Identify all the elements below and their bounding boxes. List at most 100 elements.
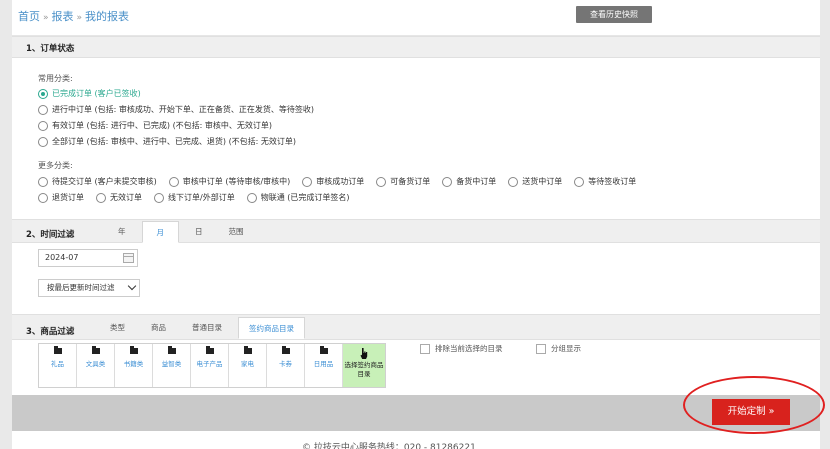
- radio-option[interactable]: 进行中订单 (包括: 审核成功、开始下单、正在备货、正在发货、等待签收): [38, 104, 314, 115]
- radio-label: 进行中订单 (包括: 审核成功、开始下单、正在备货、正在发货、等待签收): [52, 105, 315, 114]
- tab-year[interactable]: 年: [108, 221, 136, 243]
- radio-label: 审核成功订单: [316, 177, 365, 186]
- folder-icon: [205, 346, 214, 354]
- breadcrumb-reports[interactable]: 报表: [52, 10, 74, 23]
- footer-text: © 拉技云中心服务热线：020 - 81286221: [302, 443, 476, 449]
- radio-option[interactable]: 送货中订单: [508, 176, 562, 187]
- category-item[interactable]: 礼品: [39, 344, 77, 387]
- radio-option[interactable]: 待提交订单 (客户未提交审核): [38, 176, 157, 187]
- tab-range[interactable]: 范围: [219, 221, 254, 243]
- radio-option[interactable]: 审核成功订单: [302, 176, 364, 187]
- time-filter-select[interactable]: 按最后更新时间过滤: [38, 279, 140, 297]
- highlight-circle: [683, 376, 825, 434]
- radio-option[interactable]: 线下订单/外部订单: [154, 192, 235, 203]
- date-input[interactable]: 2024-07: [38, 249, 138, 267]
- radio-icon: [302, 176, 313, 187]
- radio-label: 有效订单 (包括: 进行中、已完成) (不包括: 审核中、无效订单): [52, 121, 273, 130]
- section-time-filter-header: 2、时间过滤 年 月 日 范围: [12, 219, 820, 243]
- radio-icon: [38, 136, 48, 147]
- top-bar: 首页» 报表» 我的报表 查看历史快照: [12, 0, 820, 36]
- folder-icon: [129, 346, 138, 354]
- category-label: 家电: [241, 360, 254, 368]
- radio-label: 线下订单/外部订单: [168, 193, 235, 202]
- checkbox-label: 排除当前选择的目录: [435, 344, 503, 353]
- radio-option[interactable]: 可备货订单: [376, 176, 430, 187]
- category-label: 文具类: [85, 360, 106, 368]
- category-item[interactable]: 卡券: [267, 344, 305, 387]
- section-title: 1、订单状态: [26, 44, 75, 54]
- category-label: 选择签约商品目录: [344, 361, 384, 378]
- tab-type[interactable]: 类型: [100, 317, 135, 339]
- radio-icon: [508, 176, 519, 187]
- radio-label: 物联通 (已完成订单签名): [260, 193, 350, 202]
- radio-option[interactable]: 备货中订单: [442, 176, 496, 187]
- category-grid: 礼品 文具类 书籍类 益智类 电子产品 家电 卡券 日用品 选择签约商品目录: [38, 343, 386, 388]
- report-panel: 首页» 报表» 我的报表 查看历史快照 1、订单状态 常用分类: 已完成订单 (客户…: [12, 0, 825, 449]
- section-order-status-header: 1、订单状态: [12, 36, 820, 58]
- radio-option[interactable]: 已完成订单 (客户已签收): [38, 88, 141, 99]
- category-label: 日用品: [313, 360, 334, 368]
- radio-label: 待提交订单 (客户未提交审核): [52, 177, 157, 186]
- date-value: 2024-07: [45, 253, 79, 262]
- radio-option[interactable]: 无效订单: [96, 192, 142, 203]
- tab-contract-catalog[interactable]: 签约商品目录: [238, 317, 305, 339]
- breadcrumb-home[interactable]: 首页: [18, 10, 40, 23]
- tab-normal-catalog[interactable]: 普通目录: [182, 317, 232, 339]
- radio-option[interactable]: 等待签收订单: [574, 176, 636, 187]
- section-title: 3、商品过滤: [26, 327, 75, 337]
- checkbox-label: 分组显示: [551, 344, 581, 353]
- radio-selected-icon: [38, 88, 48, 99]
- radio-label: 退货订单: [52, 193, 84, 202]
- tab-month[interactable]: 月: [141, 221, 179, 243]
- radio-icon: [376, 176, 387, 187]
- category-item[interactable]: 日用品: [305, 344, 343, 387]
- checkbox-icon: [536, 343, 546, 354]
- radio-label: 可备货订单: [390, 177, 431, 186]
- more-options-row-2: 退货订单 无效订单 线下订单/外部订单 物联通 (已完成订单签名): [38, 192, 350, 203]
- tab-product[interactable]: 商品: [141, 317, 176, 339]
- chevron-down-icon: [127, 281, 137, 291]
- breadcrumb-separator: »: [43, 13, 49, 23]
- category-label: 电子产品: [196, 360, 223, 368]
- folder-icon: [243, 346, 252, 354]
- more-options-row-1: 待提交订单 (客户未提交审核) 审核中订单 (等待审核/审核中) 审核成功订单 …: [38, 176, 636, 187]
- calendar-icon[interactable]: [123, 253, 134, 263]
- select-contract-catalog-button[interactable]: 选择签约商品目录: [343, 344, 385, 387]
- common-category-label: 常用分类:: [38, 74, 73, 83]
- radio-icon: [38, 176, 48, 187]
- radio-label: 备货中订单: [456, 177, 497, 186]
- folder-icon: [91, 346, 100, 354]
- radio-icon: [246, 192, 257, 203]
- time-filter-tabs: 年 月 日 范围: [108, 221, 260, 243]
- category-label: 礼品: [51, 360, 64, 368]
- more-category-label: 更多分类:: [38, 161, 73, 170]
- section-title: 2、时间过滤: [26, 230, 75, 240]
- radio-icon: [38, 120, 48, 131]
- tab-day[interactable]: 日: [185, 221, 213, 243]
- view-history-snapshot-button[interactable]: 查看历史快照: [576, 6, 652, 23]
- checkbox-icon: [420, 343, 430, 354]
- radio-label: 已完成订单 (客户已签收): [52, 89, 141, 98]
- radio-icon: [168, 176, 179, 187]
- radio-option[interactable]: 退货订单: [38, 192, 84, 203]
- pointer-hand-icon: [360, 348, 368, 359]
- radio-label: 等待签收订单: [588, 177, 637, 186]
- radio-option[interactable]: 有效订单 (包括: 进行中、已完成) (不包括: 审核中、无效订单): [38, 120, 272, 131]
- category-item[interactable]: 电子产品: [191, 344, 229, 387]
- radio-option[interactable]: 物联通 (已完成订单签名): [246, 192, 350, 203]
- radio-option[interactable]: 全部订单 (包括: 审核中、进行中、已完成、退货) (不包括: 无效订单): [38, 136, 296, 147]
- radio-option[interactable]: 审核中订单 (等待审核/审核中): [168, 176, 290, 187]
- category-item[interactable]: 家电: [229, 344, 267, 387]
- category-item[interactable]: 书籍类: [115, 344, 153, 387]
- radio-label: 送货中订单: [522, 177, 563, 186]
- group-display-checkbox[interactable]: 分组显示: [536, 343, 581, 354]
- radio-label: 无效订单: [110, 193, 142, 202]
- exclude-catalog-checkbox[interactable]: 排除当前选择的目录: [420, 343, 503, 354]
- radio-icon: [96, 192, 106, 203]
- radio-icon: [442, 176, 453, 187]
- category-item[interactable]: 文具类: [77, 344, 115, 387]
- category-item[interactable]: 益智类: [153, 344, 191, 387]
- breadcrumb-my-reports[interactable]: 我的报表: [85, 10, 129, 23]
- folder-icon: [319, 346, 328, 354]
- category-label: 书籍类: [123, 360, 144, 368]
